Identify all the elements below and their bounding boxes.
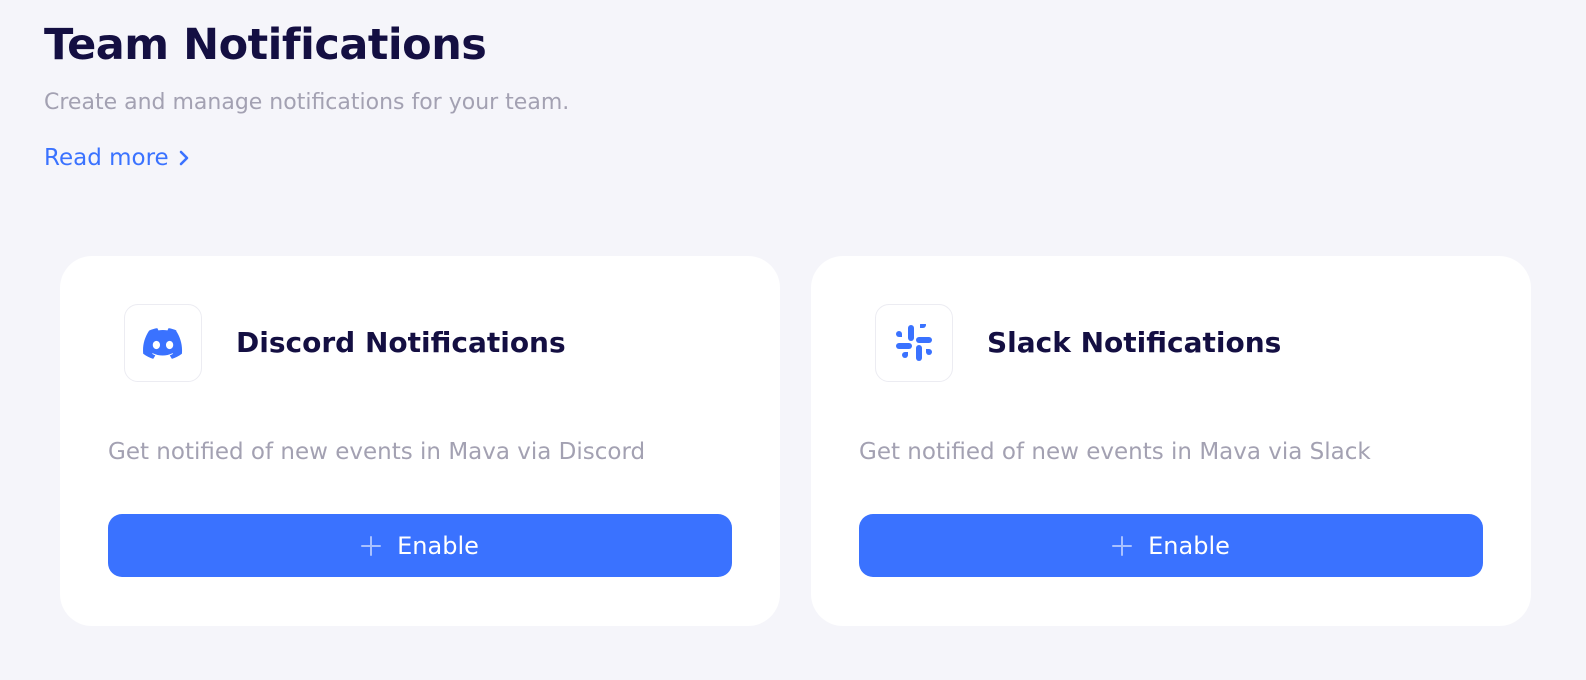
page-title: Team Notifications — [44, 20, 487, 70]
discord-icon — [143, 327, 183, 359]
page-subtitle: Create and manage notifications for your… — [44, 90, 570, 115]
enable-button-label: Enable — [397, 531, 479, 560]
plus-icon — [361, 535, 382, 556]
discord-notifications-card: Discord Notifications Get notified of ne… — [60, 256, 780, 626]
discord-card-description: Get notified of new events in Mava via D… — [108, 439, 646, 465]
discord-logo-box — [124, 304, 202, 382]
chevron-right-icon — [179, 150, 188, 166]
slack-card-description: Get notified of new events in Mava via S… — [859, 439, 1371, 465]
read-more-link[interactable]: Read more — [44, 143, 189, 173]
enable-slack-button[interactable]: Enable — [859, 514, 1483, 577]
discord-card-title: Discord Notifications — [236, 326, 566, 359]
enable-button-label: Enable — [1148, 531, 1230, 560]
slack-card-title: Slack Notifications — [987, 326, 1282, 359]
plus-icon — [1112, 535, 1133, 556]
enable-discord-button[interactable]: Enable — [108, 514, 732, 577]
slack-notifications-card: Slack Notifications Get notified of new … — [811, 256, 1531, 626]
slack-logo-box — [875, 304, 953, 382]
read-more-label: Read more — [44, 145, 169, 171]
slack-icon — [896, 324, 932, 361]
